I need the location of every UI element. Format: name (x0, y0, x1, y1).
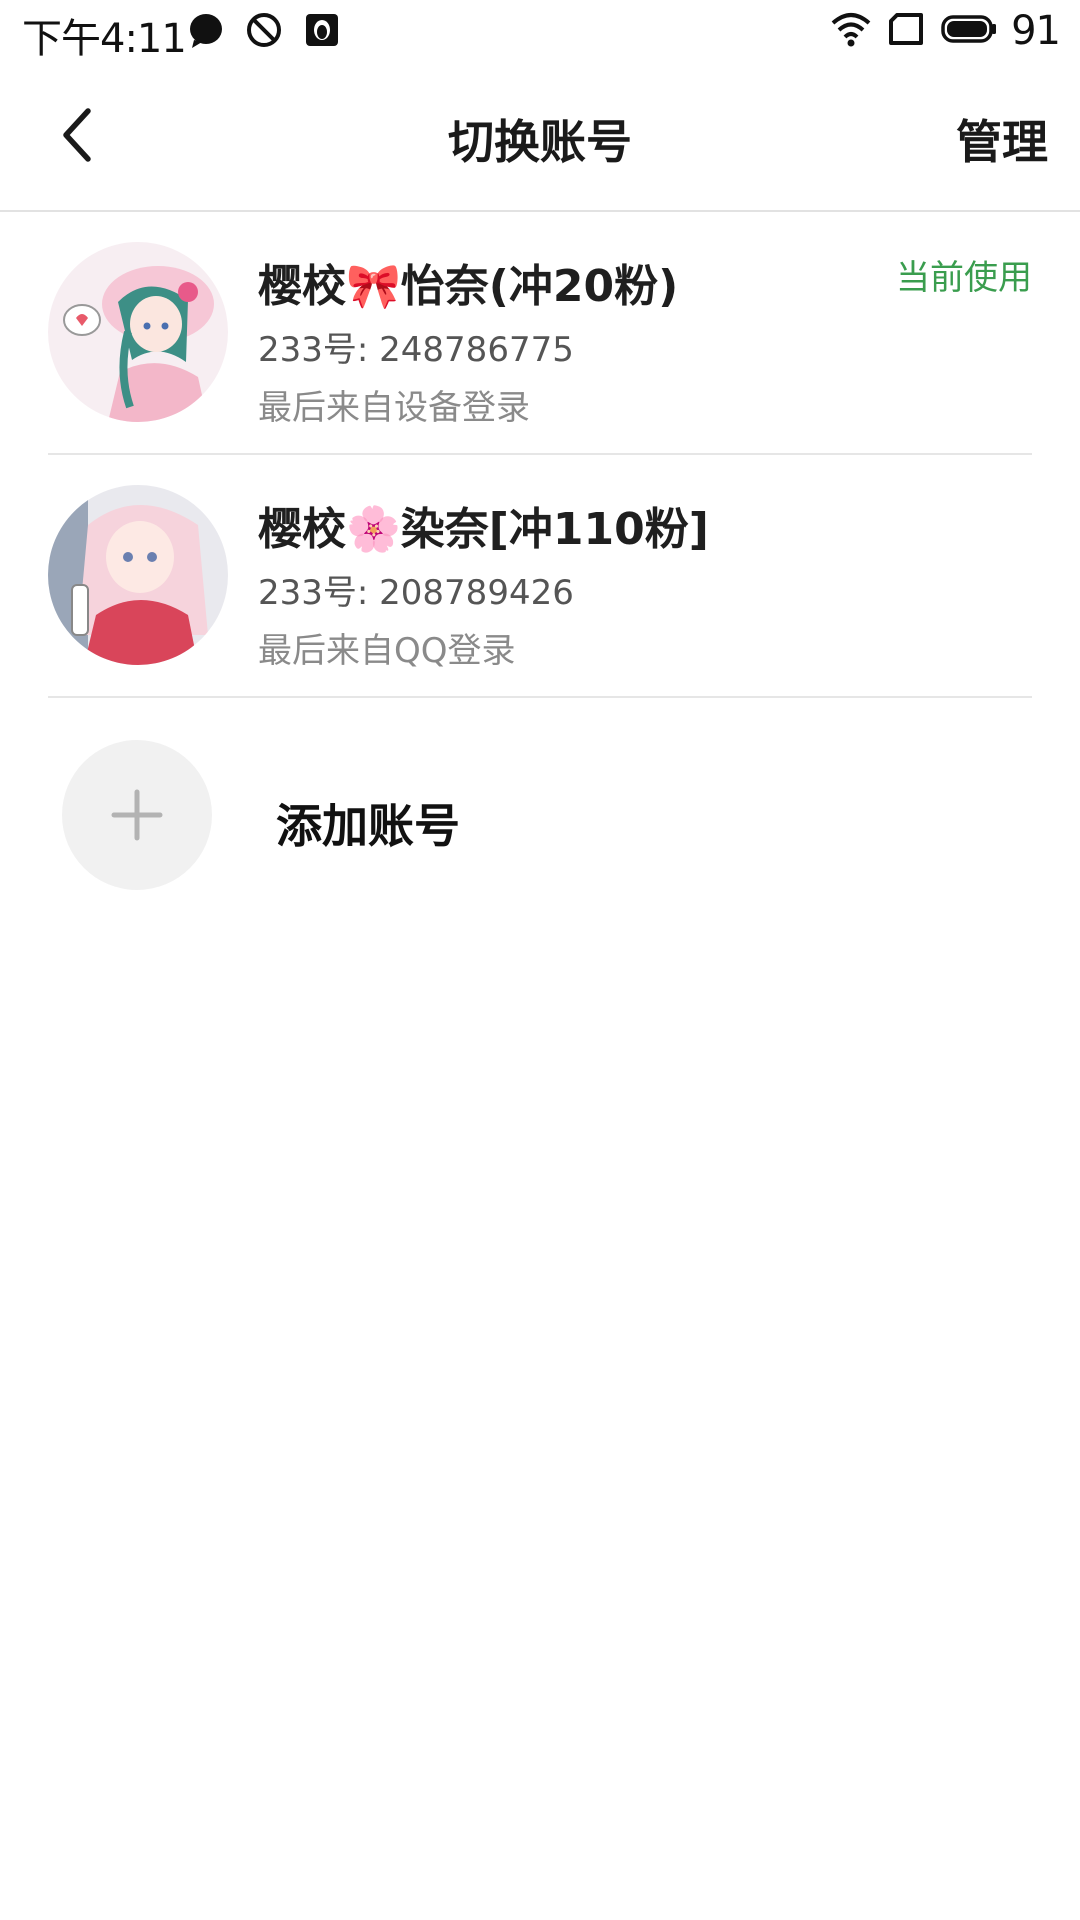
status-system-icons: 91 (829, 8, 1061, 54)
current-account-badge: 当前使用 (896, 258, 1032, 298)
manage-button[interactable]: 管理 (956, 106, 1048, 172)
chat-bubble-icon (186, 10, 226, 54)
account-id: 233号: 208789426 (258, 573, 574, 613)
account-login-source: 最后来自设备登录 (258, 388, 530, 428)
add-account-button[interactable]: 添加账号 (62, 740, 1022, 890)
status-time: 下午4:11 (22, 16, 187, 62)
account-name: 樱校🎀怡奈(冲20粉) (258, 261, 679, 312)
add-account-label: 添加账号 (276, 799, 460, 853)
avatar (48, 242, 228, 422)
battery-icon (941, 9, 997, 53)
add-account-circle (62, 740, 212, 890)
status-notification-icons (186, 10, 342, 54)
qq-penguin-icon (302, 10, 342, 54)
avatar (48, 485, 228, 665)
wifi-icon (829, 9, 873, 53)
account-id: 233号: 248786775 (258, 330, 574, 370)
account-login-source: 最后来自QQ登录 (258, 631, 516, 671)
plus-icon (62, 789, 212, 894)
page-title: 切换账号 (448, 115, 632, 169)
status-bar: 下午4:11 91 (0, 0, 1080, 62)
account-row[interactable]: 樱校🌸染奈[冲110粉] 233号: 208789426 最后来自QQ登录 (48, 455, 1032, 698)
nav-bar: 切换账号 管理 (0, 62, 1080, 212)
do-not-disturb-icon (244, 10, 284, 54)
sim-card-icon (887, 9, 927, 53)
account-name: 樱校🌸染奈[冲110粉] (258, 504, 709, 555)
account-row[interactable]: 樱校🎀怡奈(冲20粉) 233号: 248786775 最后来自设备登录 当前使… (48, 212, 1032, 455)
battery-level: 91 (1011, 8, 1061, 54)
switch-account-screen: 下午4:11 91 切换账号 管理 樱校🎀怡奈(冲20粉) 233号: 2487… (0, 0, 1080, 1920)
